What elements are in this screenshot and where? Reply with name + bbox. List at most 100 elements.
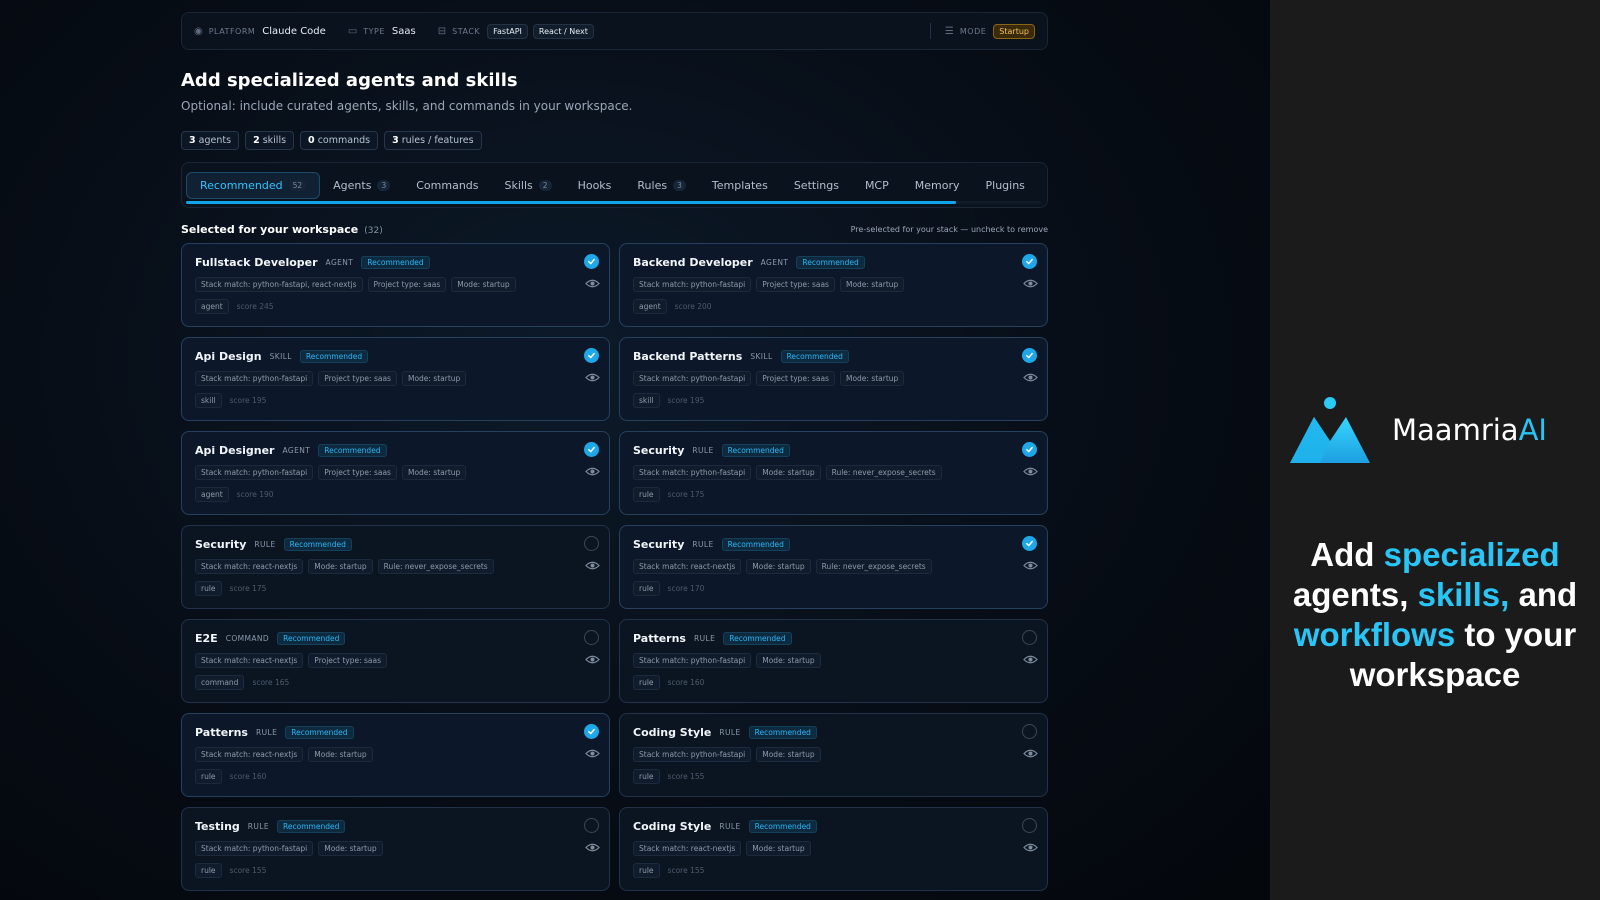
preview-eye-icon[interactable] [1023,650,1038,664]
item-card[interactable]: Api Designer AGENT Recommended Stack match:… [181,431,610,515]
match-tag: Mode: startup [756,465,821,480]
tab-count-badge: 3 [377,179,391,191]
tab-mcp[interactable]: MCP [852,173,902,198]
select-checkbox[interactable] [1022,254,1037,269]
match-tag: Mode: startup [401,371,467,386]
preview-eye-icon[interactable] [585,744,600,758]
select-checkbox[interactable] [1022,818,1037,833]
kind-tag: rule [195,863,222,878]
item-card[interactable]: Testing RULE Recommended Stack match: pytho… [181,807,610,891]
card-footer: rule score 155 [195,863,596,878]
platform-setting[interactable]: ◉ PLATFORM Claude Code [194,26,326,37]
count-chip: 3 rules / features [384,131,482,150]
count-label: rules / features [401,135,474,146]
item-card[interactable]: Patterns RULE Recommended Stack match: reac… [181,713,610,797]
card-title: E2E [195,632,218,645]
card-title: Testing [195,820,240,833]
select-checkbox[interactable] [584,254,599,269]
type-setting[interactable]: ▭ TYPE Saas [348,26,416,37]
tab-count-badge: 52 [288,179,307,191]
item-card[interactable]: Coding Style RULE Recommended Stack match: … [619,807,1048,891]
preview-eye-icon[interactable] [1023,556,1038,570]
tab-commands[interactable]: Commands [403,173,491,198]
select-checkbox[interactable] [584,348,599,363]
tab-templates[interactable]: Templates [699,173,781,198]
tab-rules[interactable]: Rules 3 [624,173,698,198]
preview-eye-icon[interactable] [585,650,600,664]
score-text: score 160 [229,772,267,781]
promo-headline: Add specialized agents, skills, and work… [1270,535,1600,695]
checkmark-icon [1026,258,1033,265]
mode-setting[interactable]: ☰ MODE Startup [945,23,1035,39]
preview-eye-icon[interactable] [1023,368,1038,382]
tab-agents[interactable]: Agents 3 [320,173,403,198]
card-footer: agent score 245 [195,299,596,314]
stack-setting[interactable]: ⊟ STACK FastAPI React / Next [438,23,599,39]
card-title: Backend Patterns [633,350,743,363]
card-tags: Stack match: react-nextjs Mode: startup Ru… [633,559,1034,574]
item-card[interactable]: Security RULE Recommended Stack match: reac… [181,525,610,609]
select-checkbox[interactable] [1022,536,1037,551]
select-checkbox[interactable] [1022,724,1037,739]
preview-eye-icon[interactable] [585,274,600,288]
page-subtitle: Optional: include curated agents, skills… [181,99,633,113]
card-tags: Stack match: python-fastapi Project type:… [633,277,1034,292]
match-tag: Mode: startup [839,277,905,292]
match-tag: Project type: saas [756,371,835,386]
headline-text: workspace [1349,656,1521,693]
logo-mountain-icon [1290,397,1370,463]
card-header: Coding Style RULE Recommended [633,726,1034,739]
page-title: Add specialized agents and skills [181,70,518,91]
item-card[interactable]: Security RULE Recommended Stack match: reac… [619,525,1048,609]
card-footer: rule score 155 [633,769,1034,784]
select-checkbox[interactable] [584,724,599,739]
tab-plugins[interactable]: Plugins [973,173,1038,198]
select-checkbox[interactable] [584,442,599,457]
card-header: Coding Style RULE Recommended [633,820,1034,833]
match-tag: Stack match: python-fastapi [633,747,752,762]
match-tag: Project type: saas [756,277,835,292]
item-card[interactable]: Fullstack Developer AGENT Recommended Stack… [181,243,610,327]
card-title: Coding Style [633,726,712,739]
card-header: Api Design SKILL Recommended [195,350,596,363]
brand-name: MaamriaAI [1392,413,1547,447]
recommended-badge: Recommended [318,444,387,457]
item-card[interactable]: Security RULE Recommended Stack match: pyth… [619,431,1048,515]
checkmark-icon [1026,446,1033,453]
tab-hooks[interactable]: Hooks [565,173,625,198]
card-title: Fullstack Developer [195,256,318,269]
item-card[interactable]: Coding Style RULE Recommended Stack match: … [619,713,1048,797]
promo-panel: MaamriaAI Add specialized agents, skills… [1270,0,1600,900]
preview-eye-icon[interactable] [1023,462,1038,476]
tab-skills[interactable]: Skills 2 [492,173,565,198]
tab-settings[interactable]: Settings [781,173,852,198]
preview-eye-icon[interactable] [1023,838,1038,852]
tab-memory[interactable]: Memory [902,173,973,198]
card-header: Patterns RULE Recommended [195,726,596,739]
score-text: score 200 [674,302,712,311]
select-checkbox[interactable] [1022,630,1037,645]
match-tag: Rule: never_expose_secrets [825,465,942,480]
select-checkbox[interactable] [1022,442,1037,457]
item-card[interactable]: Backend Patterns SKILL Recommended Stack ma… [619,337,1048,421]
preview-eye-icon[interactable] [1023,744,1038,758]
select-checkbox[interactable] [584,818,599,833]
preview-eye-icon[interactable] [585,368,600,382]
match-tag: Stack match: python-fastapi [633,653,752,668]
select-checkbox[interactable] [1022,348,1037,363]
preview-eye-icon[interactable] [1023,274,1038,288]
preview-eye-icon[interactable] [585,556,600,570]
select-checkbox[interactable] [584,630,599,645]
preview-eye-icon[interactable] [585,462,600,476]
card-tags: Stack match: python-fastapi, react-nextj… [195,277,596,292]
preview-eye-icon[interactable] [585,838,600,852]
item-card[interactable]: Patterns RULE Recommended Stack match: pyth… [619,619,1048,703]
select-checkbox[interactable] [584,536,599,551]
tabs-progress-bar [186,201,1041,204]
brand-name-main: Maamria [1392,413,1519,447]
item-card[interactable]: E2E COMMAND Recommended Stack match: react-… [181,619,610,703]
match-tag: Mode: startup [756,747,821,762]
item-card[interactable]: Backend Developer AGENT Recommended Stack m… [619,243,1048,327]
item-card[interactable]: Api Design SKILL Recommended Stack match: p… [181,337,610,421]
tab-recommended[interactable]: Recommended 52 [186,171,321,199]
